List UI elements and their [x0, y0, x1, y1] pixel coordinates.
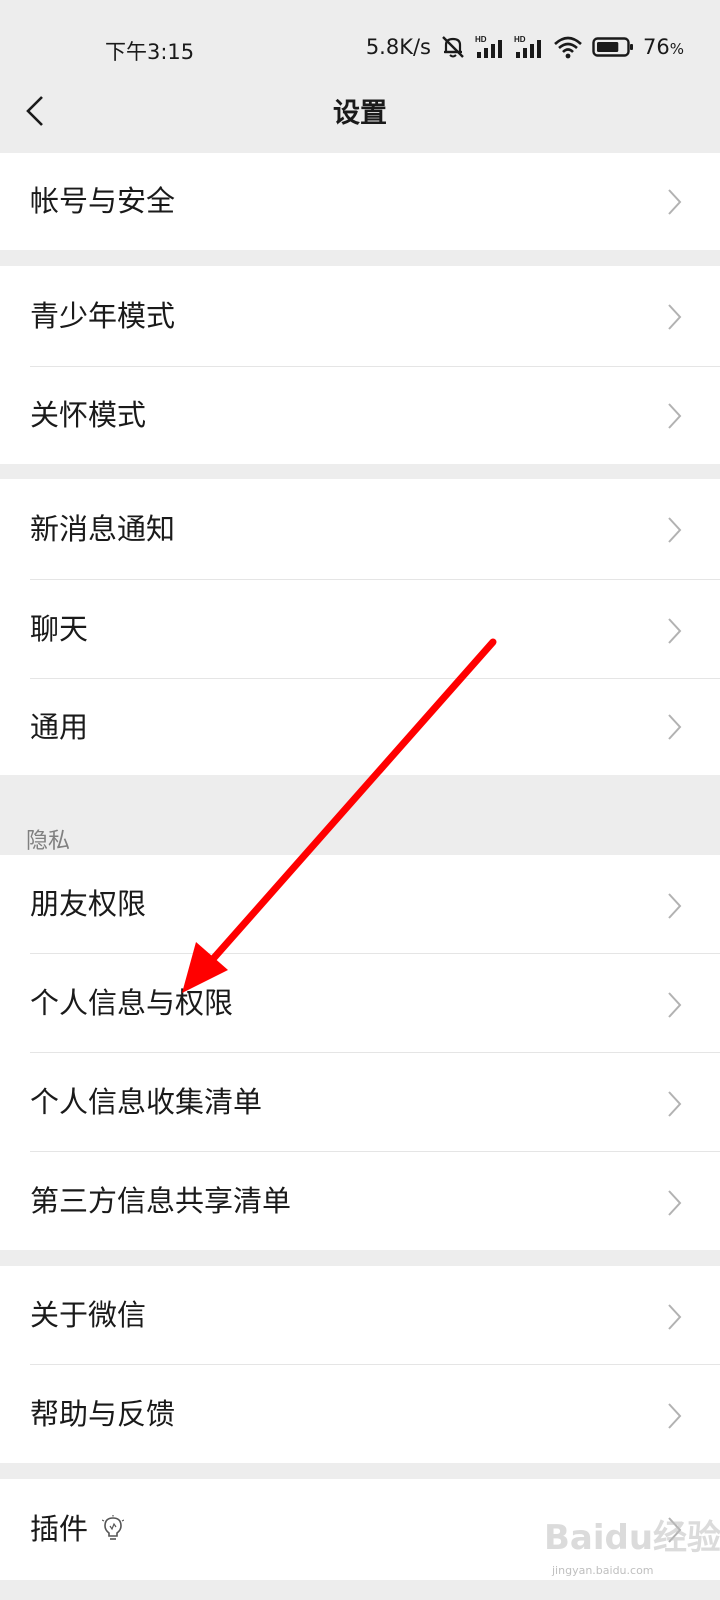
hd-signal-icon: HD — [475, 34, 505, 60]
group-account: 帐号与安全 — [0, 153, 720, 250]
settings-row-plugins[interactable]: 插件 — [0, 1479, 720, 1580]
chevron-right-icon — [668, 618, 682, 644]
settings-row-account-security[interactable]: 帐号与安全 — [0, 153, 720, 250]
row-label: 关怀模式 — [30, 398, 147, 432]
chevron-right-icon — [668, 517, 682, 543]
group-about: 关于微信 帮助与反馈 — [0, 1266, 720, 1463]
chevron-right-icon — [668, 1190, 682, 1216]
battery-icon — [592, 36, 634, 58]
chevron-right-icon — [668, 1517, 682, 1543]
svg-text:HD: HD — [475, 35, 487, 44]
settings-row-about-wechat[interactable]: 关于微信 — [0, 1266, 720, 1365]
settings-screen: 下午3:15 5.8K/s HD HD 76% 设置 帐号与安全 青少年模式 关… — [0, 0, 720, 1600]
wifi-icon — [553, 35, 583, 59]
settings-row-notifications[interactable]: 新消息通知 — [0, 479, 720, 580]
settings-row-general[interactable]: 通用 — [0, 679, 720, 775]
chevron-right-icon — [668, 1403, 682, 1429]
hd-signal-icon: HD — [514, 34, 544, 60]
chevron-right-icon — [668, 304, 682, 330]
chevron-right-icon — [668, 893, 682, 919]
row-label: 个人信息与权限 — [30, 986, 234, 1020]
chevron-right-icon — [668, 189, 682, 215]
row-label: 通用 — [30, 710, 89, 744]
status-icons: 5.8K/s HD HD 76% — [366, 34, 684, 60]
chevron-right-icon — [668, 714, 682, 740]
network-speed: 5.8K/s — [365, 35, 431, 59]
settings-row-help-feedback[interactable]: 帮助与反馈 — [0, 1365, 720, 1463]
row-label: 插件 — [30, 1512, 89, 1546]
row-label: 新消息通知 — [30, 512, 176, 546]
chevron-right-icon — [668, 1091, 682, 1117]
settings-row-care-mode[interactable]: 关怀模式 — [0, 367, 720, 464]
row-label: 关于微信 — [30, 1298, 147, 1332]
row-label: 帮助与反馈 — [30, 1397, 176, 1431]
svg-text:HD: HD — [514, 35, 526, 44]
battery-percent: 76% — [643, 35, 684, 59]
row-label: 个人信息收集清单 — [30, 1085, 263, 1119]
settings-row-personal-info-collection[interactable]: 个人信息收集清单 — [0, 1053, 720, 1152]
title-bar: 设置 — [0, 96, 720, 156]
group-privacy: 朋友权限 个人信息与权限 个人信息收集清单 第三方信息共享清单 — [0, 855, 720, 1250]
chevron-right-icon — [668, 403, 682, 429]
group-general: 新消息通知 聊天 通用 — [0, 479, 720, 775]
row-label: 青少年模式 — [30, 299, 176, 333]
lightbulb-icon — [102, 1515, 124, 1540]
settings-row-friend-permissions[interactable]: 朋友权限 — [0, 855, 720, 954]
group-modes: 青少年模式 关怀模式 — [0, 266, 720, 464]
settings-row-teen-mode[interactable]: 青少年模式 — [0, 266, 720, 367]
status-time: 下午3:15 — [105, 40, 195, 64]
status-bar: 下午3:15 5.8K/s HD HD 76% — [0, 0, 720, 96]
row-label: 第三方信息共享清单 — [30, 1184, 292, 1218]
chevron-right-icon — [668, 992, 682, 1018]
row-label: 朋友权限 — [30, 887, 147, 921]
settings-row-chat[interactable]: 聊天 — [0, 580, 720, 679]
row-label: 聊天 — [30, 612, 89, 646]
section-header-privacy: 隐私 — [26, 829, 71, 854]
row-label: 帐号与安全 — [30, 184, 176, 218]
page-title: 设置 — [333, 98, 387, 129]
settings-row-third-party-sharing[interactable]: 第三方信息共享清单 — [0, 1152, 720, 1250]
mute-bell-icon — [440, 34, 466, 60]
group-plugins: 插件 — [0, 1479, 720, 1580]
chevron-right-icon — [668, 1304, 682, 1330]
settings-row-personal-info-permissions[interactable]: 个人信息与权限 — [0, 954, 720, 1053]
